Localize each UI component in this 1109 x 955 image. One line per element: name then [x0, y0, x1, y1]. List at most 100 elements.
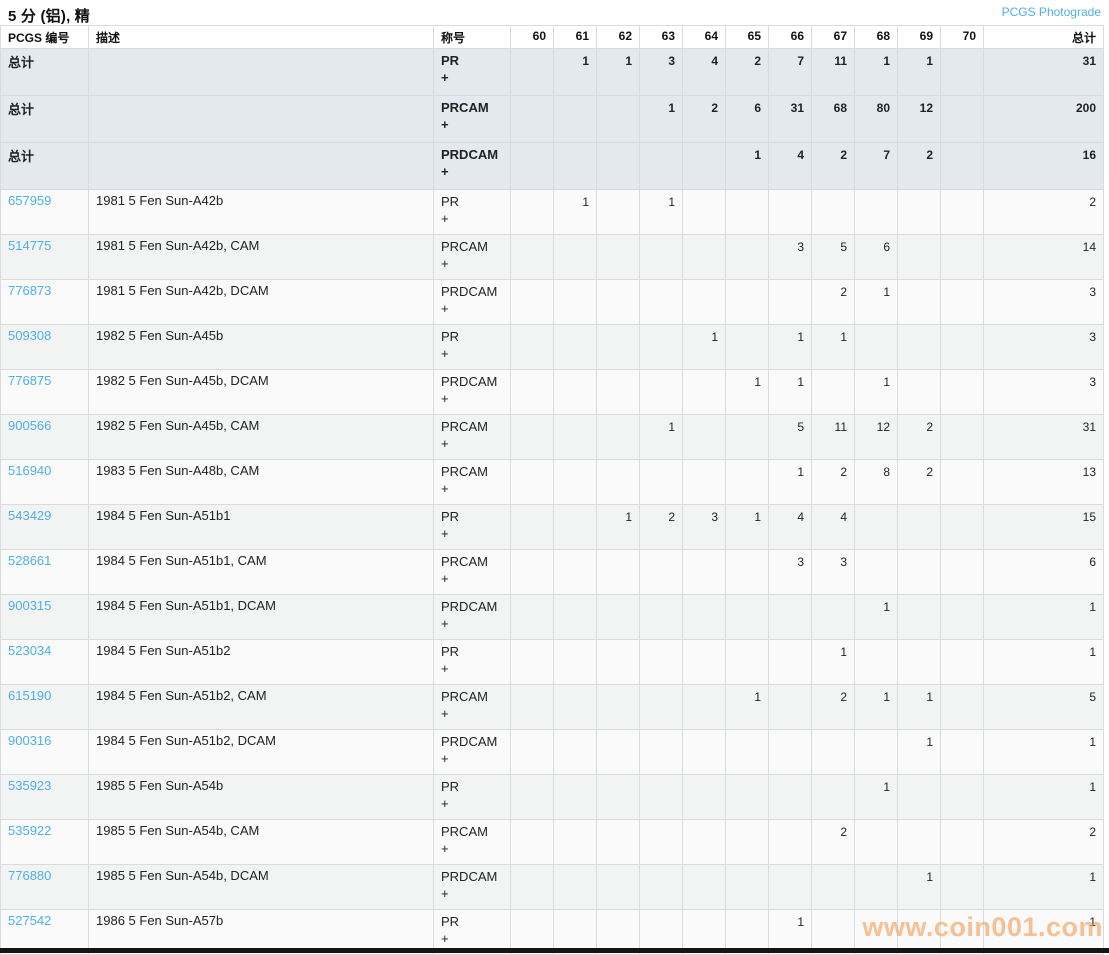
cell-grade-63	[639, 279, 683, 325]
pcgs-number-link[interactable]: 900316	[8, 733, 51, 748]
table-header-row: PCGS 编号 描述 称号 60 61 62 63 64 65 66 67 68 69 70 总计	[0, 25, 1104, 49]
pcgs-number-link[interactable]: 535923	[8, 778, 51, 793]
cell-grade-69	[897, 774, 941, 820]
cell-grade-63: 3	[639, 48, 683, 96]
cell-grade-66	[768, 774, 812, 820]
pcgs-number-link[interactable]: 776873	[8, 283, 51, 298]
cell-grade-68: 12	[854, 414, 898, 460]
cell-grade-62	[596, 369, 640, 415]
cell-grade-69	[897, 369, 941, 415]
pcgs-number-link[interactable]: 523034	[8, 643, 51, 658]
pcgs-number-link[interactable]: 900566	[8, 418, 51, 433]
cell-grade-65	[725, 324, 769, 370]
cell-pcgs-number: 535922	[0, 819, 89, 865]
pcgs-number-link[interactable]: 776875	[8, 373, 51, 388]
pcgs-number-link[interactable]: 657959	[8, 193, 51, 208]
cell-grade-64	[682, 369, 726, 415]
cell-description	[88, 95, 434, 143]
cell-designation: PR +	[433, 639, 511, 685]
cell-grade-70	[940, 504, 984, 550]
cell-grade-65	[725, 234, 769, 280]
cell-grade-69: 1	[897, 48, 941, 96]
cell-total: 1	[983, 774, 1104, 820]
pcgs-number-link[interactable]: 509308	[8, 328, 51, 343]
cell-grade-65: 6	[725, 95, 769, 143]
cell-grade-62	[596, 819, 640, 865]
cell-grade-60	[510, 189, 554, 235]
table-row: 900315 1984 5 Fen Sun-A51b1, DCAM PRDCAM +1…	[0, 594, 1104, 640]
cell-total: 1	[983, 594, 1104, 640]
cell-grade-66: 1	[768, 324, 812, 370]
cell-designation: PRCAM +	[433, 414, 511, 460]
pcgs-number-link[interactable]: 514775	[8, 238, 51, 253]
cell-grade-65	[725, 279, 769, 325]
cell-pcgs-number: 543429	[0, 504, 89, 550]
cell-grade-60	[510, 864, 554, 910]
cell-grade-62	[596, 684, 640, 730]
cell-pcgs-number: 900566	[0, 414, 89, 460]
cell-grade-63	[639, 864, 683, 910]
cell-grade-62	[596, 324, 640, 370]
cell-grade-65: 1	[725, 142, 769, 190]
cell-description: 1985 5 Fen Sun-A54b	[88, 774, 434, 820]
pcgs-number-link[interactable]: 615190	[8, 688, 51, 703]
designation-plus: +	[441, 256, 449, 271]
photograde-link[interactable]: PCGS Photograde	[1002, 5, 1101, 19]
cell-grade-60	[510, 369, 554, 415]
title-bar: 5 分 (铝), 精 PCGS Photograde	[0, 0, 1109, 25]
cell-grade-66: 4	[768, 504, 812, 550]
cell-grade-64: 2	[682, 95, 726, 143]
cell-grade-69: 2	[897, 459, 941, 505]
pcgs-number-link[interactable]: 535922	[8, 823, 51, 838]
designation-plus: +	[441, 616, 449, 631]
cell-grade-68: 8	[854, 459, 898, 505]
cell-grade-60	[510, 234, 554, 280]
cell-grade-70	[940, 639, 984, 685]
pcgs-number-link[interactable]: 776880	[8, 868, 51, 883]
cell-pcgs-number: 总计	[0, 48, 89, 96]
designation-plus: +	[441, 661, 449, 676]
cell-grade-70	[940, 369, 984, 415]
pcgs-number-link[interactable]: 528661	[8, 553, 51, 568]
cell-grade-62	[596, 189, 640, 235]
pcgs-number-link[interactable]: 900315	[8, 598, 51, 613]
designation-label: PRCAM	[441, 689, 488, 704]
designation-plus: +	[441, 70, 449, 85]
pcgs-number-link[interactable]: 543429	[8, 508, 51, 523]
pcgs-number-link[interactable]: 516940	[8, 463, 51, 478]
cell-grade-60	[510, 684, 554, 730]
cell-description: 1984 5 Fen Sun-A51b2, CAM	[88, 684, 434, 730]
cell-grade-66: 1	[768, 459, 812, 505]
cell-total: 13	[983, 459, 1104, 505]
cell-grade-68	[854, 504, 898, 550]
cell-grade-66	[768, 594, 812, 640]
designation-plus: +	[441, 706, 449, 721]
column-header-grade-66: 66	[768, 25, 812, 49]
cell-designation: PRCAM +	[433, 95, 511, 143]
cell-grade-66: 7	[768, 48, 812, 96]
cell-grade-65	[725, 729, 769, 775]
pcgs-number-link[interactable]: 527542	[8, 913, 51, 928]
table-row: 516940 1983 5 Fen Sun-A48b, CAM PRCAM +1 2 8 2…	[0, 459, 1104, 505]
cell-total: 2	[983, 819, 1104, 865]
column-header-grade-70: 70	[940, 25, 984, 49]
table-row: 776875 1982 5 Fen Sun-A45b, DCAM PRDCAM +1 1…	[0, 369, 1104, 415]
cell-grade-67	[811, 729, 855, 775]
cell-grade-65	[725, 774, 769, 820]
cell-grade-68	[854, 189, 898, 235]
cell-description: 1985 5 Fen Sun-A54b, CAM	[88, 819, 434, 865]
designation-plus: +	[441, 571, 449, 586]
cell-grade-67: 2	[811, 819, 855, 865]
cell-description: 1984 5 Fen Sun-A51b1, DCAM	[88, 594, 434, 640]
cell-description: 1984 5 Fen Sun-A51b1, CAM	[88, 549, 434, 595]
cell-grade-67: 2	[811, 142, 855, 190]
cell-grade-70	[940, 549, 984, 595]
designation-plus: +	[441, 211, 449, 226]
designation-label: PRDCAM	[441, 147, 499, 162]
cell-grade-61	[553, 729, 597, 775]
cell-grade-61	[553, 142, 597, 190]
cell-pcgs-number: 900315	[0, 594, 89, 640]
cell-grade-64	[682, 234, 726, 280]
cell-grade-61	[553, 684, 597, 730]
cell-designation: PRDCAM +	[433, 142, 511, 190]
